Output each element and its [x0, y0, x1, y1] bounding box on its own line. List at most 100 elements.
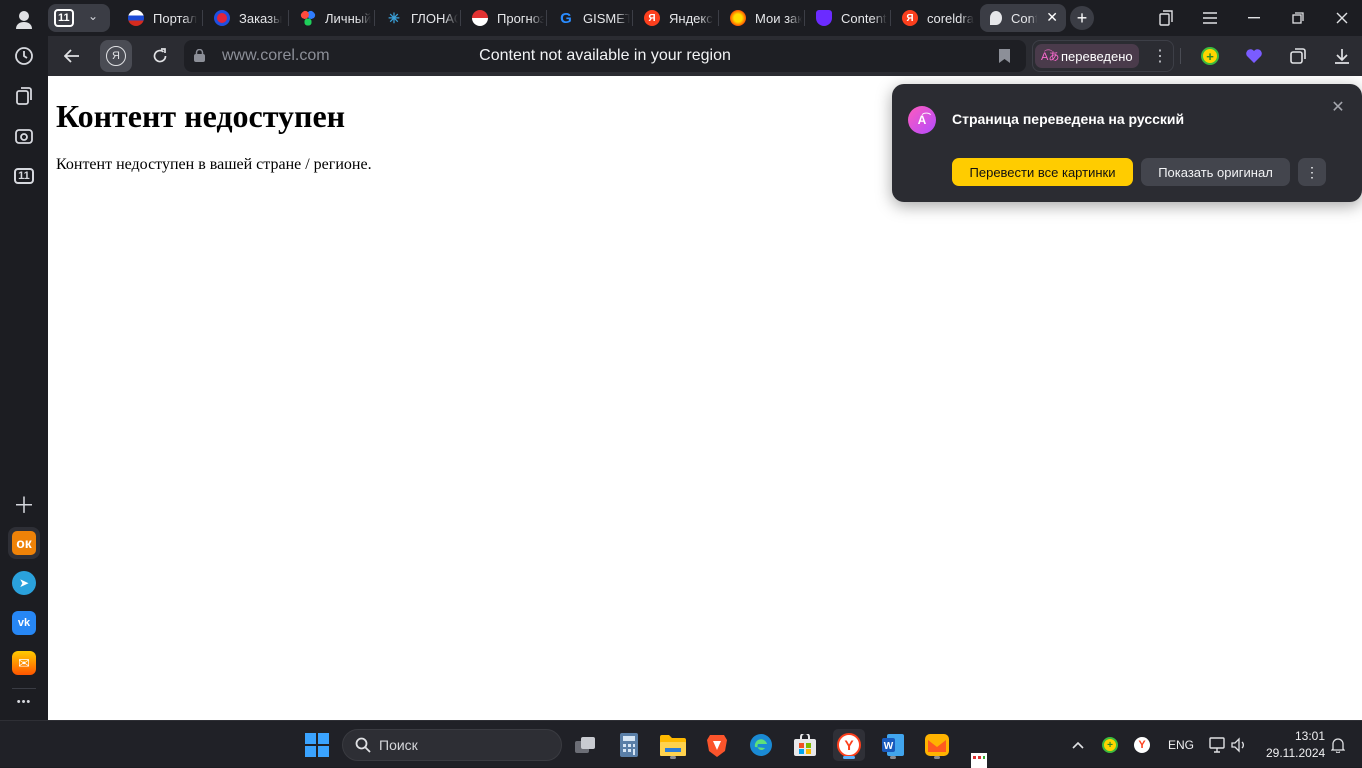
volume-icon[interactable] — [1224, 729, 1256, 761]
search-placeholder: Поиск — [379, 737, 418, 753]
extensions-icon[interactable] — [1282, 40, 1314, 72]
tray-chevron-up-icon[interactable] — [1062, 729, 1094, 761]
windows-taskbar: Поиск Y W + Y ENG 13:01 29.11.2024 — [0, 720, 1362, 768]
balloon-icon — [990, 11, 1002, 25]
tabs-count-icon[interactable]: 11 — [8, 160, 40, 192]
downloads-icon[interactable] — [1326, 40, 1358, 72]
windows-start-icon[interactable] — [301, 729, 333, 761]
yandex-browser-icon[interactable]: Y — [833, 729, 865, 761]
tab-yandex[interactable]: Я Яндекс — [636, 4, 716, 32]
tab-personal[interactable]: Личный — [292, 4, 372, 32]
fire-icon — [730, 10, 746, 26]
tab-group-count: 11 — [54, 9, 74, 27]
pinned-app-icon[interactable] — [963, 751, 995, 768]
popup-title: Страница переведена на русский — [952, 111, 1185, 127]
personal-account-icon — [300, 10, 316, 26]
task-view-icon[interactable] — [569, 729, 601, 761]
tab-separator — [718, 10, 719, 26]
tab-separator — [890, 10, 891, 26]
mail-app-icon[interactable] — [921, 729, 953, 761]
mail-icon[interactable]: ✉ — [8, 647, 40, 679]
svg-text:W: W — [884, 741, 894, 752]
word-icon[interactable]: W — [877, 729, 909, 761]
clock-time[interactable]: 13:01 — [1295, 729, 1325, 743]
chevron-down-icon[interactable]: ⌄ — [88, 9, 98, 23]
store-icon[interactable] — [789, 729, 821, 761]
tab-portal[interactable]: Портал — [120, 4, 200, 32]
telegram-icon[interactable]: ➤ — [8, 567, 40, 599]
page-message: Контент недоступен в вашей стране / реги… — [56, 156, 372, 173]
vk-icon[interactable]: vk — [8, 607, 40, 639]
tab-separator — [202, 10, 203, 26]
menu-icon[interactable] — [1190, 4, 1230, 32]
add-panel-icon[interactable]: ＋ — [8, 488, 40, 520]
calculator-icon[interactable] — [613, 729, 645, 761]
tab-content-vpn[interactable]: Content — [808, 4, 888, 32]
tab-separator — [460, 10, 461, 26]
browser-sidebar: 11 ＋ ок ➤ vk ✉ ••• — [0, 0, 48, 720]
heart-extension-icon[interactable] — [1238, 40, 1270, 72]
green-extension-icon[interactable]: + — [1194, 40, 1226, 72]
tab-strip: 11 ⌄ Портал Заказы Личный ✳ ГЛОНАСС Прог… — [48, 0, 1362, 36]
reload-button[interactable] — [144, 40, 176, 72]
edge-icon[interactable] — [745, 729, 777, 761]
clock-date[interactable]: 29.11.2024 — [1266, 746, 1325, 760]
yandex-icon: Я — [644, 10, 660, 26]
tab-coreldraw[interactable]: Я coreldraw — [894, 4, 974, 32]
running-indicator — [843, 756, 855, 759]
glonass-icon: ✳ — [388, 9, 400, 26]
collections-icon[interactable] — [8, 80, 40, 112]
russia-flag-icon — [128, 10, 144, 26]
translate-images-button[interactable]: Перевести все картинки — [952, 158, 1133, 186]
new-tab-button[interactable]: + — [1070, 6, 1094, 30]
tab-separator — [546, 10, 547, 26]
odnoklassniki-icon[interactable]: ок — [8, 527, 40, 559]
tray-yandex-icon[interactable]: Y — [1126, 729, 1158, 761]
bookmarks-panel-icon[interactable] — [1146, 4, 1186, 32]
translated-label: переведено — [1061, 48, 1133, 64]
profile-icon[interactable] — [8, 4, 40, 36]
more-options-button[interactable]: ⋮ — [1298, 158, 1326, 186]
tab-content-active[interactable]: Content ✕ — [980, 4, 1066, 32]
screenshot-icon[interactable] — [8, 120, 40, 152]
language-indicator[interactable]: ENG — [1168, 738, 1194, 752]
more-services-icon[interactable]: ••• — [8, 686, 40, 718]
browser-toolbar: Я www.corel.com Content not available in… — [48, 36, 1362, 76]
brave-icon[interactable] — [701, 729, 733, 761]
tab-separator — [288, 10, 289, 26]
translation-popup: A͡ Страница переведена на русский ✕ Пере… — [892, 84, 1362, 202]
tab-separator — [804, 10, 805, 26]
close-window-icon[interactable] — [1322, 4, 1362, 32]
show-original-button[interactable]: Показать оригинал — [1141, 158, 1290, 186]
address-bar[interactable]: www.corel.com Content not available in y… — [184, 40, 1026, 72]
search-icon — [355, 737, 371, 756]
close-tab-icon[interactable]: ✕ — [1046, 9, 1058, 26]
yandex-button[interactable]: Я — [100, 40, 132, 72]
tab-my-orders[interactable]: Мои заказы — [722, 4, 802, 32]
translated-badge[interactable]: A͡あ переведено — [1035, 44, 1139, 68]
restore-icon[interactable] — [1278, 4, 1318, 32]
tab-forecast[interactable]: Прогноз — [464, 4, 544, 32]
shield-icon — [816, 10, 832, 26]
minimize-icon[interactable] — [1234, 4, 1274, 32]
tray-extension-icon[interactable]: + — [1094, 729, 1126, 761]
page-heading: Контент недоступен — [56, 98, 346, 134]
running-indicator — [890, 756, 896, 759]
tab-group-button[interactable]: 11 ⌄ — [48, 4, 110, 32]
page-title: Content not available in your region — [479, 47, 731, 64]
tab-gismeteo[interactable]: G GISMETEO — [550, 4, 630, 32]
bookmark-icon[interactable] — [999, 49, 1010, 68]
running-indicator — [670, 756, 676, 759]
tab-orders[interactable]: Заказы — [206, 4, 286, 32]
running-indicator — [934, 756, 940, 759]
history-icon[interactable] — [8, 40, 40, 72]
toolbar-divider — [1180, 48, 1181, 64]
back-button[interactable] — [56, 40, 88, 72]
close-icon[interactable]: ✕ — [1330, 100, 1346, 116]
taskbar-search[interactable]: Поиск — [342, 729, 562, 761]
notifications-bell-icon[interactable] — [1322, 729, 1354, 761]
translate-menu-icon[interactable]: ⋮ — [1144, 40, 1176, 72]
tab-glonass[interactable]: ✳ ГЛОНАСС — [378, 4, 458, 32]
orders-site-icon — [214, 10, 230, 26]
file-explorer-icon[interactable] — [657, 729, 689, 761]
